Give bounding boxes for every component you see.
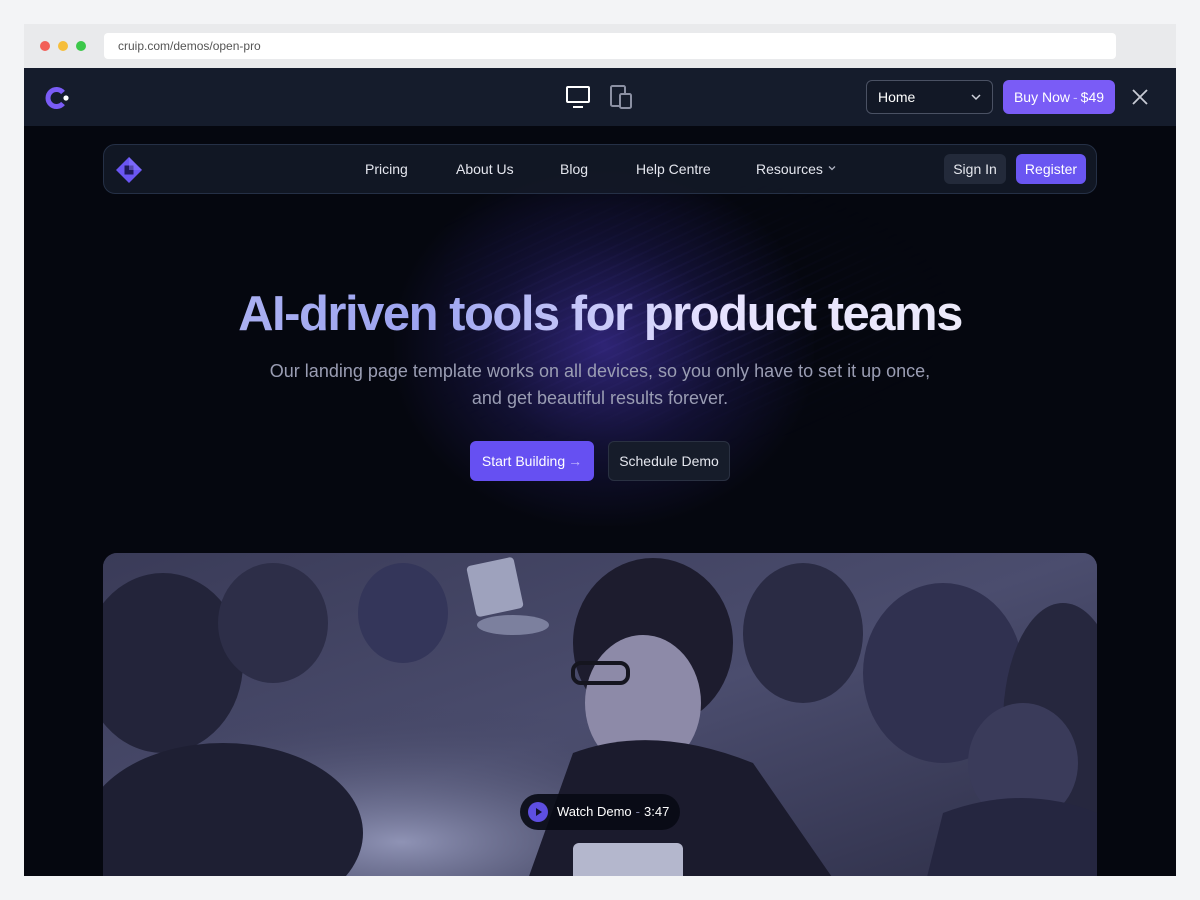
browser-chrome: cruip.com/demos/open-pro (24, 24, 1176, 68)
nav-link-resources[interactable]: Resources (756, 161, 837, 177)
demo-video[interactable]: Watch Demo -3:47 (103, 553, 1097, 876)
start-building-label: Start Building (481, 453, 566, 469)
hero-subtitle-line-2: and get beautiful results forever. (471, 388, 729, 408)
buy-price: $49 (1080, 89, 1105, 105)
nav-link-blog[interactable]: Blog (560, 161, 588, 177)
buy-label: Buy Now (1013, 89, 1070, 105)
nav-link-help-centre[interactable]: Help Centre (636, 161, 711, 177)
maximize-window-dot[interactable] (76, 41, 86, 51)
play-icon (528, 802, 548, 822)
hero-title: AI-driven tools for product teams (24, 286, 1176, 342)
hero-subtitle-line-1: Our landing page template works on all d… (269, 361, 931, 381)
site-logo-icon[interactable] (115, 156, 143, 184)
site-navbar: Pricing About Us Blog Help Centre Resour… (103, 144, 1097, 194)
hero-subtitle: Our landing page template works on all d… (250, 358, 950, 412)
demo-toolbar: Home Buy Now - $49 (24, 68, 1176, 126)
nav-link-about-us[interactable]: About Us (456, 161, 514, 177)
schedule-demo-button[interactable]: Schedule Demo (608, 441, 730, 481)
page-select-value: Home (878, 89, 916, 105)
url-bar[interactable]: cruip.com/demos/open-pro (104, 33, 1116, 59)
mobile-icon[interactable] (608, 84, 634, 110)
arrow-right-icon: → (568, 453, 583, 469)
browser-window: cruip.com/demos/open-pro Home Buy Now - $4… (24, 24, 1176, 876)
nav-link-pricing[interactable]: Pricing (365, 161, 408, 177)
close-icon[interactable] (1130, 87, 1150, 107)
site-page: Pricing About Us Blog Help Centre Resour… (24, 126, 1176, 876)
sign-in-button[interactable]: Sign In (944, 154, 1006, 184)
register-button[interactable]: Register (1016, 154, 1086, 184)
start-building-button[interactable]: Start Building → (470, 441, 594, 481)
close-window-dot[interactable] (40, 41, 50, 51)
buy-now-button[interactable]: Buy Now - $49 (1003, 80, 1115, 114)
watch-demo-label-group: Watch Demo -3:47 (557, 804, 670, 819)
chevron-down-icon (828, 166, 836, 171)
chevron-down-icon (971, 94, 981, 101)
cruip-logo-icon[interactable] (44, 84, 72, 112)
watch-demo-label: Watch Demo (557, 804, 632, 819)
page-select[interactable]: Home (866, 80, 993, 114)
desktop-icon[interactable] (565, 84, 591, 110)
video-duration: 3:47 (644, 804, 670, 819)
minimize-window-dot[interactable] (58, 41, 68, 51)
watch-demo-button[interactable]: Watch Demo -3:47 (520, 794, 680, 830)
nav-link-resources-label: Resources (756, 161, 823, 177)
